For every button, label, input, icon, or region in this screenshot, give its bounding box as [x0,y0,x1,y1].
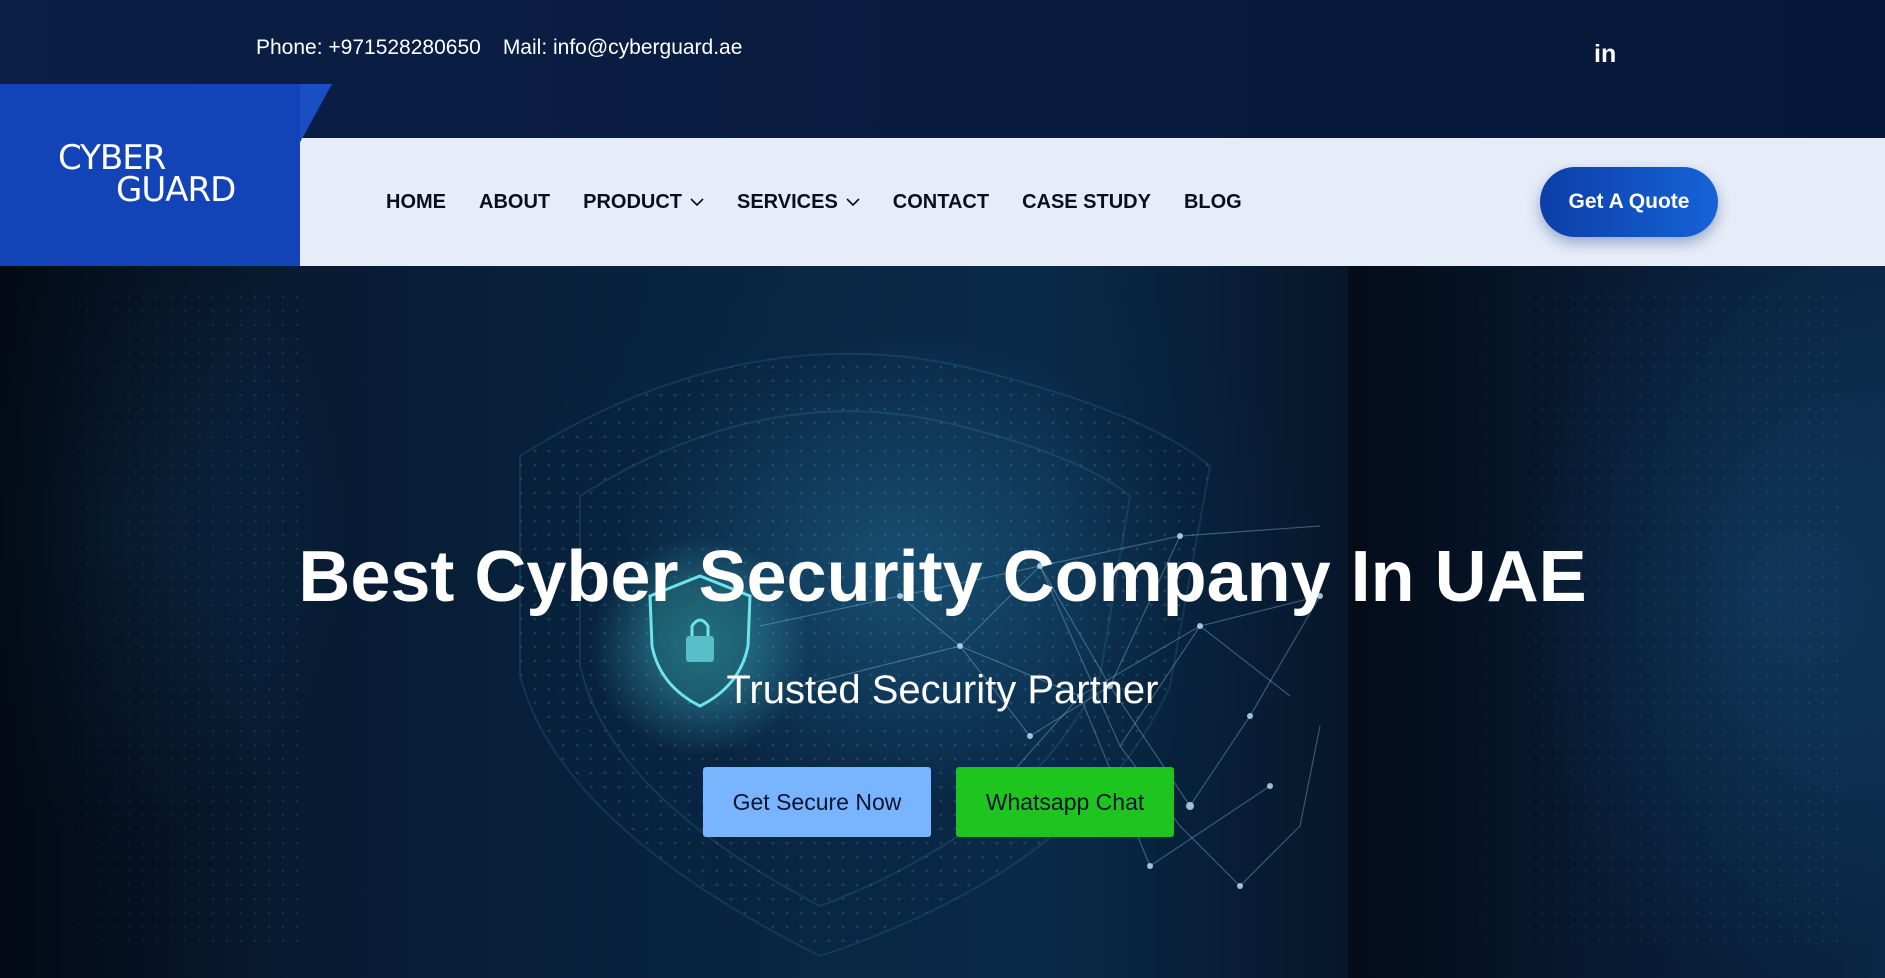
hero-subtitle: Trusted Security Partner [726,668,1159,712]
nav-item-home[interactable]: HOME [386,189,446,215]
nav-item-label: HOME [386,190,446,213]
nav-item-label: CONTACT [892,190,990,213]
chevron-down-icon [846,198,860,207]
nav-item-blog[interactable]: BLOG [1184,189,1242,215]
nav-item-label: BLOG [1183,190,1242,213]
contact-info: Phone: +971528280650 Mail: info@cybergua… [256,36,742,60]
hero-right-shade [1348,266,1885,978]
nav-item-case-study[interactable]: CASE STUDY [1022,189,1151,215]
nav-item-label: SERVICES [737,190,838,213]
nav-item-label: CASE STUDY [1022,190,1151,213]
hero-left-shade [0,266,260,978]
nav-item-services[interactable]: SERVICES [737,189,860,215]
linkedin-icon[interactable]: in [1594,40,1622,68]
page: Phone: +971528280650 Mail: info@cybergua… [0,0,1885,978]
whatsapp-chat-button[interactable]: Whatsapp Chat [956,767,1174,837]
mail-link[interactable]: Mail: info@cyberguard.ae [503,36,743,60]
get-secure-now-button[interactable]: Get Secure Now [703,767,931,837]
hero-title-text: Best Cyber Security Company In UAE [298,537,1587,617]
nav-item-contact[interactable]: CONTACT [893,189,989,215]
nav-item-product[interactable]: PRODUCT [583,189,704,215]
phone-link[interactable]: Phone: +971528280650 [256,36,481,60]
hero-title: Best Cyber Security Company In UAE [0,536,1885,618]
nav-item-label: PRODUCT [583,190,682,213]
nav-item-label: ABOUT [479,190,551,213]
get-a-quote-button[interactable]: Get A Quote [1540,167,1718,237]
logo[interactable]: CYBER GUARD [58,141,236,210]
logo-line-2: GUARD [116,170,236,210]
nav-item-about[interactable]: ABOUT [479,189,550,215]
hero-section: Best Cyber Security Company In UAE Trust… [0,266,1885,978]
linkedin-icon-label: in [1594,40,1617,68]
chevron-down-icon [690,198,704,207]
primary-nav: HOME ABOUT PRODUCT SERVICES CONTACT CASE… [386,189,1275,215]
logo-tab-decoration [298,84,332,146]
